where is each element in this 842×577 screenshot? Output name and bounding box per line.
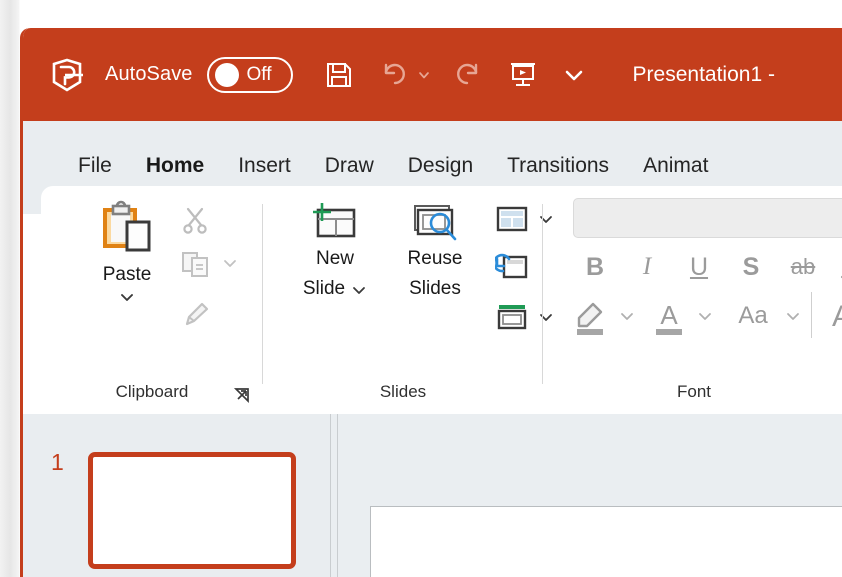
redo-arrow-icon[interactable]: [449, 53, 489, 97]
save-floppy-icon[interactable]: [319, 53, 359, 97]
format-painter-brush-icon[interactable]: [177, 296, 213, 332]
powerpoint-window: AutoSave Off: [20, 28, 842, 577]
new-slide-label-line2: Slide: [303, 274, 345, 304]
reuse-slides-button[interactable]: Reuse Slides: [387, 200, 483, 305]
paste-button[interactable]: Paste: [79, 200, 175, 304]
svg-text:A: A: [660, 300, 678, 330]
font-color-chevron-down-icon[interactable]: [691, 298, 719, 334]
new-slide-chevron-down-icon[interactable]: [351, 283, 367, 297]
font-group-separator: [811, 292, 812, 338]
ribbon-group-font: B I U S ab AV: [543, 186, 842, 414]
ribbon-group-clipboard: Paste: [41, 186, 263, 414]
change-case-button[interactable]: Aa: [727, 294, 779, 338]
paste-chevron-down-icon[interactable]: [118, 290, 136, 304]
copy-pages-icon[interactable]: [177, 246, 213, 282]
document-title: Presentation1 -: [633, 63, 775, 87]
text-highlight-chevron-down-icon[interactable]: [613, 298, 641, 334]
slide-layout-icon[interactable]: [491, 200, 533, 238]
ribbon-group-slides: New Slide: [263, 186, 543, 414]
text-highlight-color-button[interactable]: [571, 294, 611, 338]
customize-quick-access-chevron-down-thick-icon[interactable]: [557, 53, 591, 97]
slides-group-label: Slides: [263, 382, 543, 402]
underline-button[interactable]: U: [679, 246, 719, 288]
tab-insert[interactable]: Insert: [221, 151, 308, 181]
desktop-backdrop: AutoSave Off: [0, 0, 842, 577]
autosave-toggle[interactable]: Off: [207, 57, 293, 93]
copy-chevron-down-icon[interactable]: [217, 248, 243, 278]
slide-number-label: 1: [51, 449, 64, 476]
tab-file[interactable]: File: [61, 151, 129, 181]
slideshow-screen-icon[interactable]: [503, 53, 543, 97]
italic-button[interactable]: I: [627, 246, 667, 288]
font-name-input[interactable]: [573, 198, 842, 238]
tab-design[interactable]: Design: [391, 151, 490, 181]
tab-home[interactable]: Home: [129, 151, 221, 181]
edit-area-left-edge: [337, 414, 338, 577]
strikethrough-button[interactable]: ab: [783, 246, 823, 288]
increase-font-size-button[interactable]: A: [825, 294, 842, 338]
slide-thumbnail-pane[interactable]: 1: [23, 414, 331, 577]
title-bar: AutoSave Off: [23, 28, 842, 121]
new-slide-button[interactable]: New Slide: [287, 200, 383, 305]
svg-text:A: A: [832, 300, 842, 333]
tab-animations[interactable]: Animat: [626, 151, 725, 181]
reuse-slides-label-line2: Slides: [409, 274, 461, 304]
slide-canvas[interactable]: [370, 506, 842, 577]
undo-arrow-icon[interactable]: [373, 53, 413, 97]
tab-transitions[interactable]: Transitions: [490, 151, 626, 181]
paste-clipboard-icon: [99, 200, 155, 256]
clipboard-group-label: Clipboard: [41, 382, 263, 402]
autosave-label: AutoSave: [105, 63, 193, 86]
tab-draw[interactable]: Draw: [308, 151, 391, 181]
change-case-chevron-down-icon[interactable]: [779, 298, 807, 334]
font-group-label: Font: [543, 382, 842, 402]
cut-scissors-icon[interactable]: [177, 202, 213, 238]
autosave-toggle-knob: [215, 63, 239, 87]
slide-thumbnail-1[interactable]: [88, 452, 296, 569]
reuse-slides-label-line1: Reuse: [408, 244, 463, 274]
section-icon[interactable]: [491, 298, 533, 336]
slide-edit-area[interactable]: [331, 414, 842, 577]
powerpoint-logo-icon: [49, 57, 85, 93]
reuse-slides-magnifier-icon: [409, 200, 461, 244]
new-slide-plus-icon: [309, 200, 361, 244]
bold-button[interactable]: B: [575, 246, 615, 288]
character-spacing-button[interactable]: AV: [835, 246, 842, 288]
ribbon-body: Paste: [41, 186, 842, 414]
text-shadow-button[interactable]: S: [731, 246, 771, 288]
new-slide-label-line1: New: [316, 244, 354, 274]
undo-dropdown-chevron-down-icon[interactable]: [413, 60, 435, 90]
paste-label: Paste: [103, 264, 152, 286]
autosave-state-label: Off: [247, 65, 272, 84]
reset-slide-icon[interactable]: [491, 248, 533, 286]
font-color-button[interactable]: A: [649, 294, 689, 338]
